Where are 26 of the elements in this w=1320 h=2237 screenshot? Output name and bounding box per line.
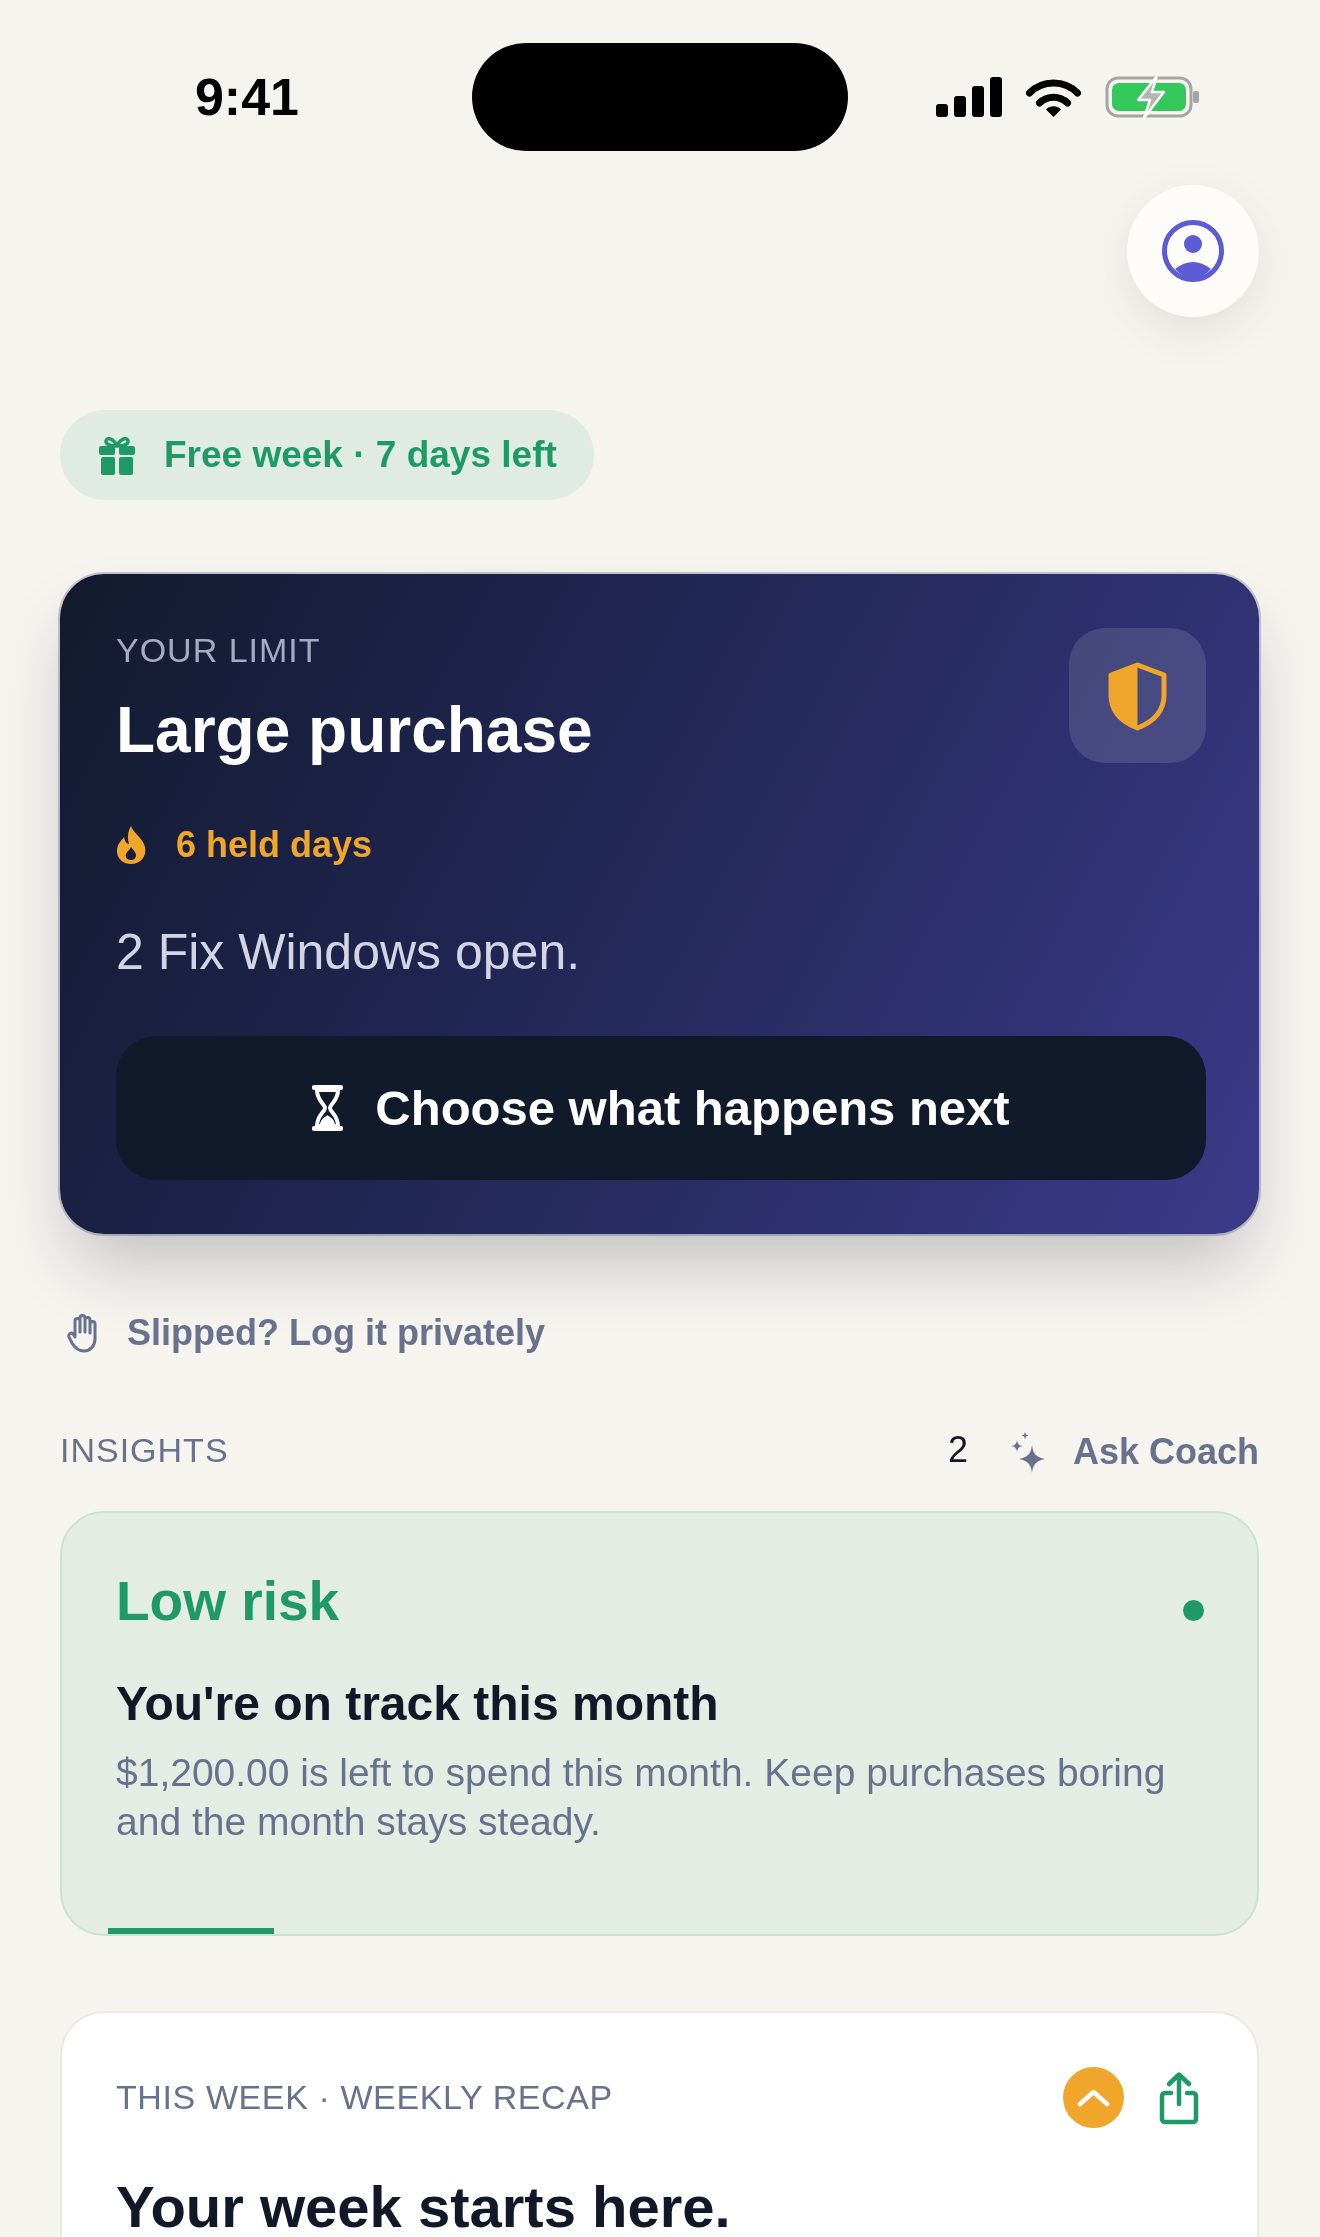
insight-title: You're on track this month: [116, 1676, 720, 1732]
status-time: 9:41: [194, 71, 300, 123]
flame-icon: [114, 825, 148, 865]
insight-count: 2: [947, 1429, 968, 1471]
risk-label: Low risk: [116, 1569, 340, 1634]
user-icon: [1161, 219, 1225, 283]
section-label: YOUR LIMIT: [116, 630, 322, 671]
section-heading: INSIGHTS: [60, 1430, 229, 1470]
shield-icon: [1069, 628, 1206, 763]
streak-label: 6 held days: [176, 823, 373, 867]
ask-coach-link[interactable]: Ask Coach: [1007, 1430, 1259, 1474]
log-slip-link[interactable]: Slipped? Log it privately: [66, 1311, 546, 1355]
limit-title: Large purchase: [116, 693, 593, 768]
choose-next-button[interactable]: Choose what happens next: [116, 1036, 1206, 1180]
trial-label: Free week · 7 days left: [164, 434, 557, 476]
chevron-icon: [1077, 2088, 1110, 2107]
collapse-button[interactable]: [1063, 2067, 1124, 2128]
gift-icon: [98, 435, 136, 475]
insight-text: $1,200.00 is left to spend this month. Keep purchases boring and the month stays steady.: [116, 1750, 1167, 1845]
limit-message: 2 Fix Windows open.: [116, 923, 582, 981]
recap-title: Your week starts here.: [116, 2176, 732, 2237]
hand-icon: [66, 1313, 100, 1353]
hourglass-icon: [312, 1085, 344, 1131]
battery-icon: [1104, 76, 1199, 118]
signal-icon: [935, 77, 1002, 117]
section-label: THIS WEEK · WEEKLY RECAP: [116, 2078, 613, 2117]
